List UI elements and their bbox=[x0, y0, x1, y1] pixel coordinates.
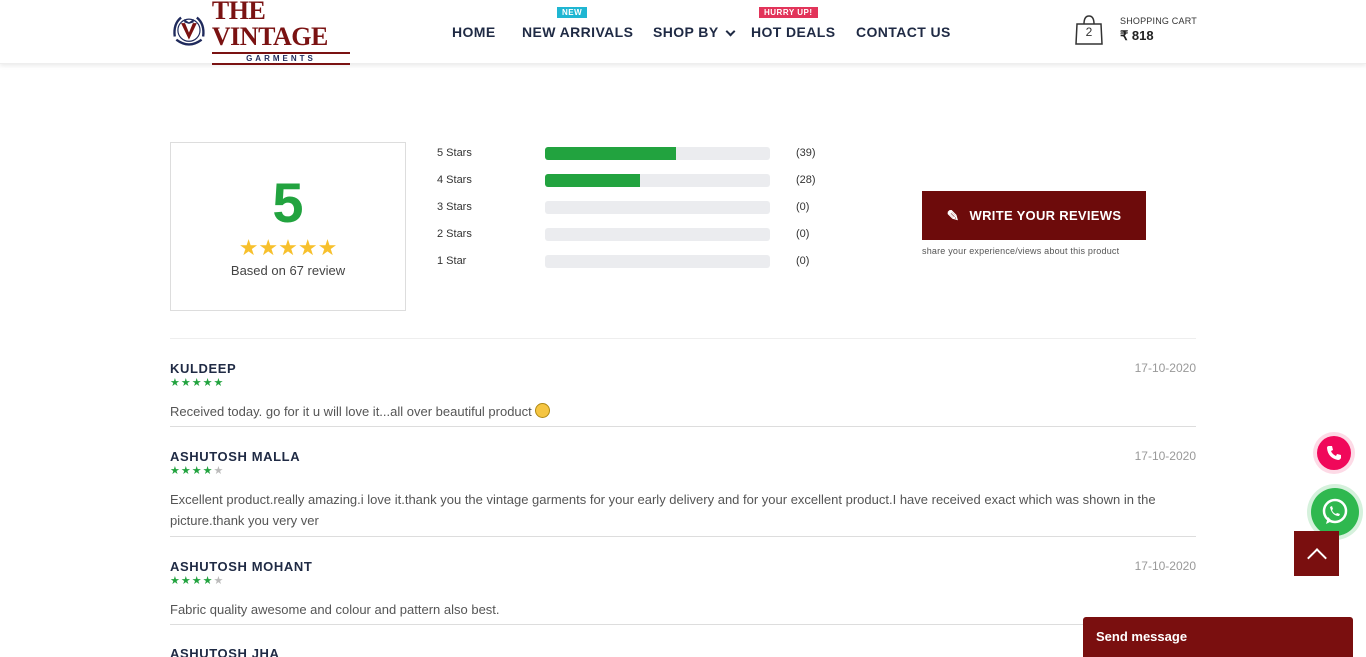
review-divider bbox=[170, 536, 1196, 537]
nav-new-arrivals[interactable]: NEW ARRIVALS bbox=[522, 24, 633, 40]
write-review-button[interactable]: ✎ WRITE YOUR REVIEWS bbox=[922, 191, 1146, 240]
star-empty-icon: ★ bbox=[213, 465, 225, 477]
review-divider bbox=[170, 426, 1196, 427]
rating-score-box: 5 ★★★★★ Based on 67 review bbox=[170, 142, 406, 311]
review-date: 17-10-2020 bbox=[1134, 361, 1196, 375]
rating-bar-track bbox=[545, 255, 770, 268]
shopping-cart[interactable]: 2 SHOPPING CART ₹ 818 bbox=[1074, 14, 1197, 46]
star-filled-icon: ★ bbox=[180, 377, 192, 389]
star-filled-icon: ★ bbox=[170, 377, 181, 389]
rating-row-count: (28) bbox=[796, 174, 816, 186]
nav-home[interactable]: HOME bbox=[452, 24, 496, 40]
rating-row-label: 2 Stars bbox=[437, 228, 472, 240]
review-divider bbox=[170, 624, 1196, 625]
review-text: Received today. go for it u will love it… bbox=[170, 401, 1180, 422]
rating-bar-fill bbox=[545, 147, 676, 160]
review-stars-icon: ★★★★★ bbox=[170, 464, 224, 477]
star-filled-icon: ★ bbox=[180, 465, 192, 477]
reviewer-name: ASHUTOSH JHA bbox=[170, 646, 280, 657]
star-filled-icon: ★ bbox=[170, 465, 181, 477]
reviewer-name: KULDEEP bbox=[170, 361, 237, 376]
star-filled-icon: ★ bbox=[191, 575, 203, 587]
star-filled-icon: ★ bbox=[191, 465, 203, 477]
rating-row-count: (39) bbox=[796, 147, 816, 159]
star-filled-icon: ★ bbox=[180, 575, 192, 587]
rating-row-label: 5 Stars bbox=[437, 147, 472, 159]
star-filled-icon: ★ bbox=[202, 465, 214, 477]
whatsapp-icon bbox=[1322, 498, 1348, 524]
rating-stars-icon: ★★★★★ bbox=[238, 235, 338, 260]
rating-row-label: 3 Stars bbox=[437, 201, 472, 213]
phone-icon bbox=[1327, 446, 1341, 460]
cart-count: 2 bbox=[1085, 25, 1093, 39]
rating-bar-track bbox=[545, 147, 770, 160]
review-date: 17-10-2020 bbox=[1134, 559, 1196, 573]
rating-bar-track bbox=[545, 228, 770, 241]
rating-row-count: (0) bbox=[796, 201, 810, 213]
shopping-bag-icon: 2 bbox=[1074, 14, 1104, 46]
star-filled-icon: ★ bbox=[202, 377, 214, 389]
rating-row-count: (0) bbox=[796, 228, 810, 240]
crest-logo-icon bbox=[173, 16, 205, 46]
whatsapp-button[interactable] bbox=[1311, 488, 1359, 536]
new-badge: NEW bbox=[557, 7, 588, 18]
rating-row-2: 2 Stars (0) bbox=[437, 227, 837, 243]
smile-emoji-icon bbox=[534, 403, 550, 418]
review-text-content: Received today. go for it u will love it… bbox=[170, 404, 532, 419]
site-header: THE VINTAGE GARMENTS HOME NEW NEW ARRIVA… bbox=[0, 0, 1366, 65]
brand-logo[interactable]: THE VINTAGE GARMENTS bbox=[170, 0, 350, 65]
nav-hot-deals[interactable]: HOT DEALS bbox=[751, 24, 836, 40]
review-text: Excellent product.really amazing.i love … bbox=[170, 492, 1156, 528]
review-stars-icon: ★★★★★ bbox=[170, 376, 224, 389]
review-text: Fabric quality awesome and colour and pa… bbox=[170, 602, 500, 617]
star-empty-icon: ★ bbox=[213, 575, 225, 587]
write-review-hint: share your experience/views about this p… bbox=[922, 246, 1120, 256]
rating-row-count: (0) bbox=[796, 255, 810, 267]
rating-row-5: 5 Stars (39) bbox=[437, 146, 837, 162]
call-button[interactable] bbox=[1317, 436, 1351, 470]
reviewer-name: ASHUTOSH MOHANT bbox=[170, 559, 313, 574]
cart-label: SHOPPING CART bbox=[1120, 16, 1197, 26]
nav-contact-us[interactable]: CONTACT US bbox=[856, 24, 951, 40]
chevron-up-icon bbox=[1306, 547, 1327, 568]
rating-row-3: 3 Stars (0) bbox=[437, 200, 837, 216]
rating-row-4: 4 Stars (28) bbox=[437, 173, 837, 189]
brand-name: THE VINTAGE bbox=[211, 0, 328, 51]
star-filled-icon: ★ bbox=[170, 575, 181, 587]
review-stars-icon: ★★★★★ bbox=[170, 574, 224, 587]
pencil-icon: ✎ bbox=[946, 207, 960, 225]
rating-row-1: 1 Star (0) bbox=[437, 254, 837, 270]
star-filled-icon: ★ bbox=[191, 377, 203, 389]
cart-total: ₹ 818 bbox=[1120, 28, 1154, 43]
rating-bar-track bbox=[545, 174, 770, 187]
rating-bar-track bbox=[545, 201, 770, 214]
rating-row-label: 1 Star bbox=[437, 255, 467, 267]
rating-bar-fill bbox=[545, 174, 640, 187]
nav-shop-by[interactable]: SHOP BY bbox=[653, 24, 736, 40]
rating-score: 5 bbox=[272, 171, 304, 234]
write-review-label: WRITE YOUR REVIEWS bbox=[969, 208, 1122, 223]
rating-row-label: 4 Stars bbox=[437, 174, 472, 186]
send-message-button[interactable]: Send message bbox=[1083, 617, 1353, 657]
chevron-down-icon bbox=[725, 26, 736, 37]
divider bbox=[170, 338, 1196, 339]
star-filled-icon: ★ bbox=[213, 377, 225, 389]
nav-shop-by-label: SHOP BY bbox=[653, 24, 719, 40]
rating-review-count: Based on 67 review bbox=[230, 263, 346, 278]
star-filled-icon: ★ bbox=[202, 575, 214, 587]
scroll-to-top-button[interactable] bbox=[1294, 531, 1339, 576]
reviewer-name: ASHUTOSH MALLA bbox=[170, 449, 301, 464]
brand-subtitle: GARMENTS bbox=[211, 51, 350, 65]
hurry-up-badge: HURRY UP! bbox=[759, 7, 818, 18]
review-date: 17-10-2020 bbox=[1134, 449, 1196, 463]
